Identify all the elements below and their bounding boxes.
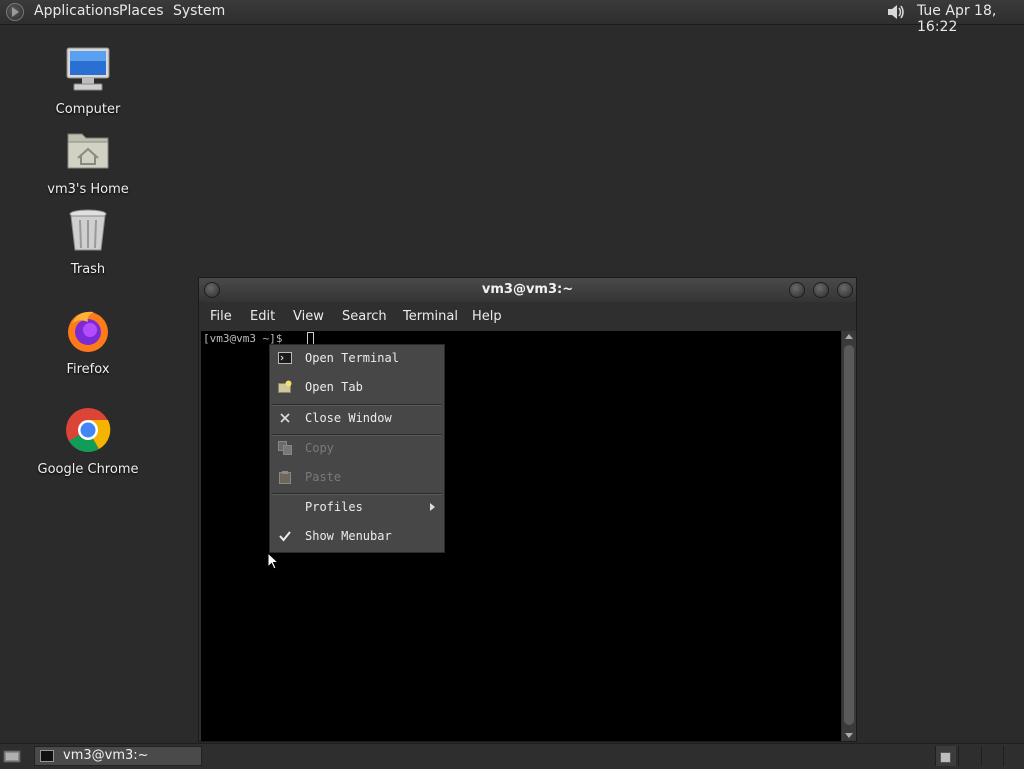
scroll-down-arrow-icon[interactable] [845, 733, 853, 738]
desktop-icon-computer[interactable]: Computer [28, 46, 148, 117]
menu-item-label: Show Menubar [305, 529, 392, 543]
menu-item-paste: Paste [270, 464, 444, 490]
checkmark-icon [279, 531, 291, 542]
terminal-scrollbar[interactable] [842, 331, 856, 741]
mouse-pointer-icon [267, 552, 279, 570]
close-icon [280, 413, 290, 423]
menu-item-label: Close Window [305, 411, 392, 425]
window-titlebar[interactable]: vm3@vm3:~ [199, 278, 856, 302]
desktop-icon-home[interactable]: vm3's Home [28, 126, 148, 197]
clock[interactable]: Tue Apr 18, 16:22 [917, 3, 1024, 35]
menu-search[interactable]: Search [342, 309, 387, 324]
minimize-button[interactable] [789, 282, 805, 298]
taskbar-button-label: vm3@vm3:~ [63, 748, 149, 763]
terminal-menubar: File Edit View Search Terminal Help [199, 303, 856, 331]
paste-icon [279, 471, 291, 484]
menu-view[interactable]: View [293, 309, 324, 324]
trash-icon [69, 209, 107, 251]
main-menu-logo-icon[interactable] [6, 3, 24, 21]
menu-item-profiles[interactable]: Profiles [270, 494, 444, 520]
applications-menu[interactable]: Applications [34, 3, 120, 19]
computer-icon [66, 47, 110, 91]
chrome-icon [66, 408, 111, 452]
desktop-icon-firefox[interactable]: Firefox [28, 306, 148, 377]
show-desktop-icon[interactable] [3, 748, 21, 764]
desktop-icon-label: vm3's Home [47, 182, 129, 197]
desktop-icon-trash[interactable]: Trash [28, 206, 148, 277]
firefox-icon [68, 311, 108, 352]
scroll-up-arrow-icon[interactable] [845, 334, 853, 339]
menu-item-label: Open Terminal [305, 351, 399, 365]
menu-item-open-terminal[interactable]: Open Terminal [270, 345, 444, 371]
menu-item-label: Profiles [305, 500, 363, 514]
menu-item-copy: Copy [270, 435, 444, 461]
top-panel: Applications Places System Tue Apr 18, 1… [0, 0, 1024, 35]
menu-item-label: Copy [305, 441, 334, 455]
submenu-arrow-icon [430, 503, 435, 511]
system-menu[interactable]: System [173, 3, 225, 19]
close-window-button[interactable] [837, 282, 853, 298]
bottom-panel: vm3@vm3:~ [0, 743, 1024, 769]
context-menu: Open Terminal Open Tab Close Window Copy… [269, 344, 445, 553]
desktop-icon-label: Trash [70, 262, 106, 277]
menu-help[interactable]: Help [472, 309, 502, 324]
menu-item-show-menubar[interactable]: Show Menubar [270, 523, 444, 549]
menu-item-open-tab[interactable]: Open Tab [270, 374, 444, 400]
desktop-icon-label: Firefox [66, 362, 110, 377]
workspace-3[interactable] [981, 746, 1002, 766]
workspace-4[interactable] [1003, 746, 1024, 766]
desktop-icon-label: Computer [55, 102, 121, 117]
workspace-1[interactable] [935, 746, 956, 766]
window-menu-button[interactable] [204, 282, 220, 298]
desktop-icon-label: Google Chrome [37, 462, 139, 477]
home-folder-icon [67, 133, 109, 169]
menu-terminal[interactable]: Terminal [403, 309, 458, 324]
menu-item-label: Open Tab [305, 380, 363, 394]
taskbar-button-terminal[interactable]: vm3@vm3:~ [34, 746, 202, 766]
menu-edit[interactable]: Edit [250, 309, 275, 324]
desktop-icon-chrome[interactable]: Google Chrome [28, 406, 148, 477]
terminal-icon [278, 352, 292, 364]
scrollbar-thumb[interactable] [844, 345, 854, 725]
volume-icon[interactable] [886, 3, 906, 21]
menu-file[interactable]: File [210, 309, 232, 324]
menu-item-close-window[interactable]: Close Window [270, 405, 444, 431]
window-title: vm3@vm3:~ [481, 282, 574, 297]
places-menu[interactable]: Places [119, 3, 164, 19]
copy-icon [278, 441, 292, 455]
maximize-button[interactable] [813, 282, 829, 298]
new-tab-icon [278, 380, 292, 393]
workspace-2[interactable] [958, 746, 979, 766]
terminal-icon [40, 750, 54, 762]
menu-item-label: Paste [305, 470, 342, 484]
